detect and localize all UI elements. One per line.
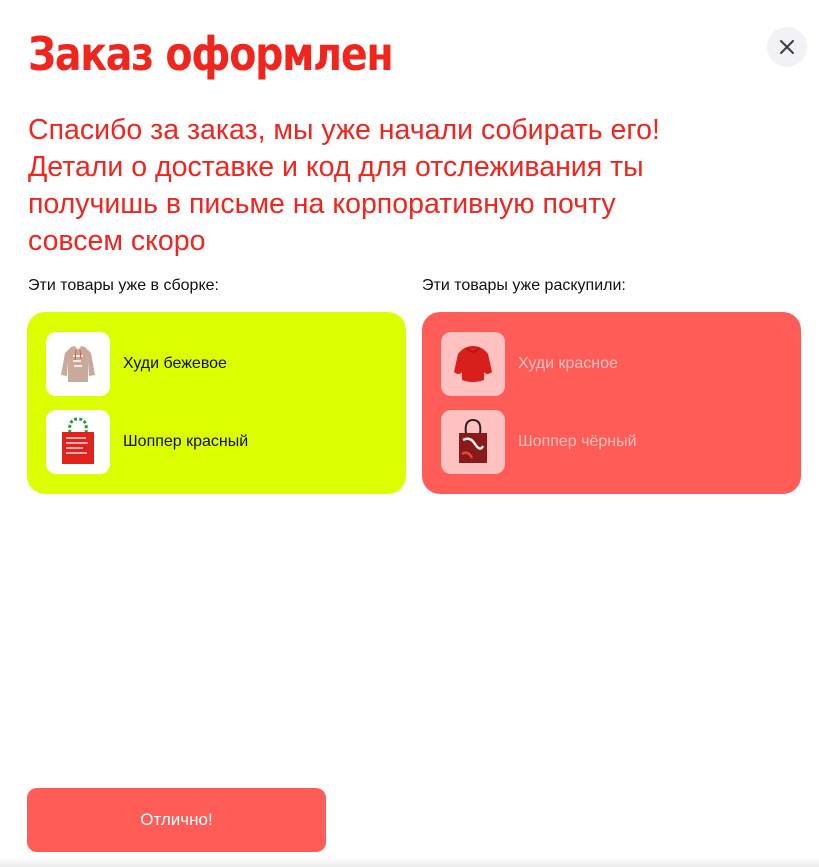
product-thumbnail bbox=[441, 332, 505, 396]
list-item: Шоппер красный bbox=[46, 410, 387, 474]
order-confirmation-dialog: Заказ оформлен Спасибо за заказ, мы уже … bbox=[0, 0, 819, 867]
bottom-shadow bbox=[0, 857, 819, 867]
product-thumbnail bbox=[46, 410, 110, 474]
item-name: Худи бежевое bbox=[123, 355, 227, 372]
close-icon bbox=[779, 39, 795, 55]
confirmation-message: Спасибо за заказ, мы уже начали собирать… bbox=[28, 114, 660, 257]
tote-bag-icon bbox=[53, 416, 103, 468]
item-name: Худи красное bbox=[518, 355, 618, 372]
product-thumbnail bbox=[441, 410, 505, 474]
dialog-title: Заказ оформлен bbox=[28, 27, 394, 81]
list-item: Худи бежевое bbox=[46, 332, 387, 396]
in-assembly-label: Эти товары уже в сборке: bbox=[28, 277, 219, 294]
sold-out-panel: Худи красное Шоппер чёрный bbox=[422, 312, 801, 494]
in-assembly-panel: Худи бежевое Шоппер красный bbox=[27, 312, 406, 494]
close-button[interactable] bbox=[767, 27, 807, 67]
hoodie-icon bbox=[52, 342, 104, 386]
list-item: Худи красное bbox=[441, 332, 782, 396]
confirm-button[interactable]: Отлично! bbox=[27, 788, 326, 852]
item-name: Шоппер чёрный bbox=[518, 433, 637, 450]
sold-out-label: Эти товары уже раскупили: bbox=[422, 277, 626, 294]
product-thumbnail bbox=[46, 332, 110, 396]
tote-bag-icon bbox=[448, 416, 498, 468]
hoodie-icon bbox=[447, 342, 499, 386]
list-item: Шоппер чёрный bbox=[441, 410, 782, 474]
item-name: Шоппер красный bbox=[123, 433, 249, 450]
